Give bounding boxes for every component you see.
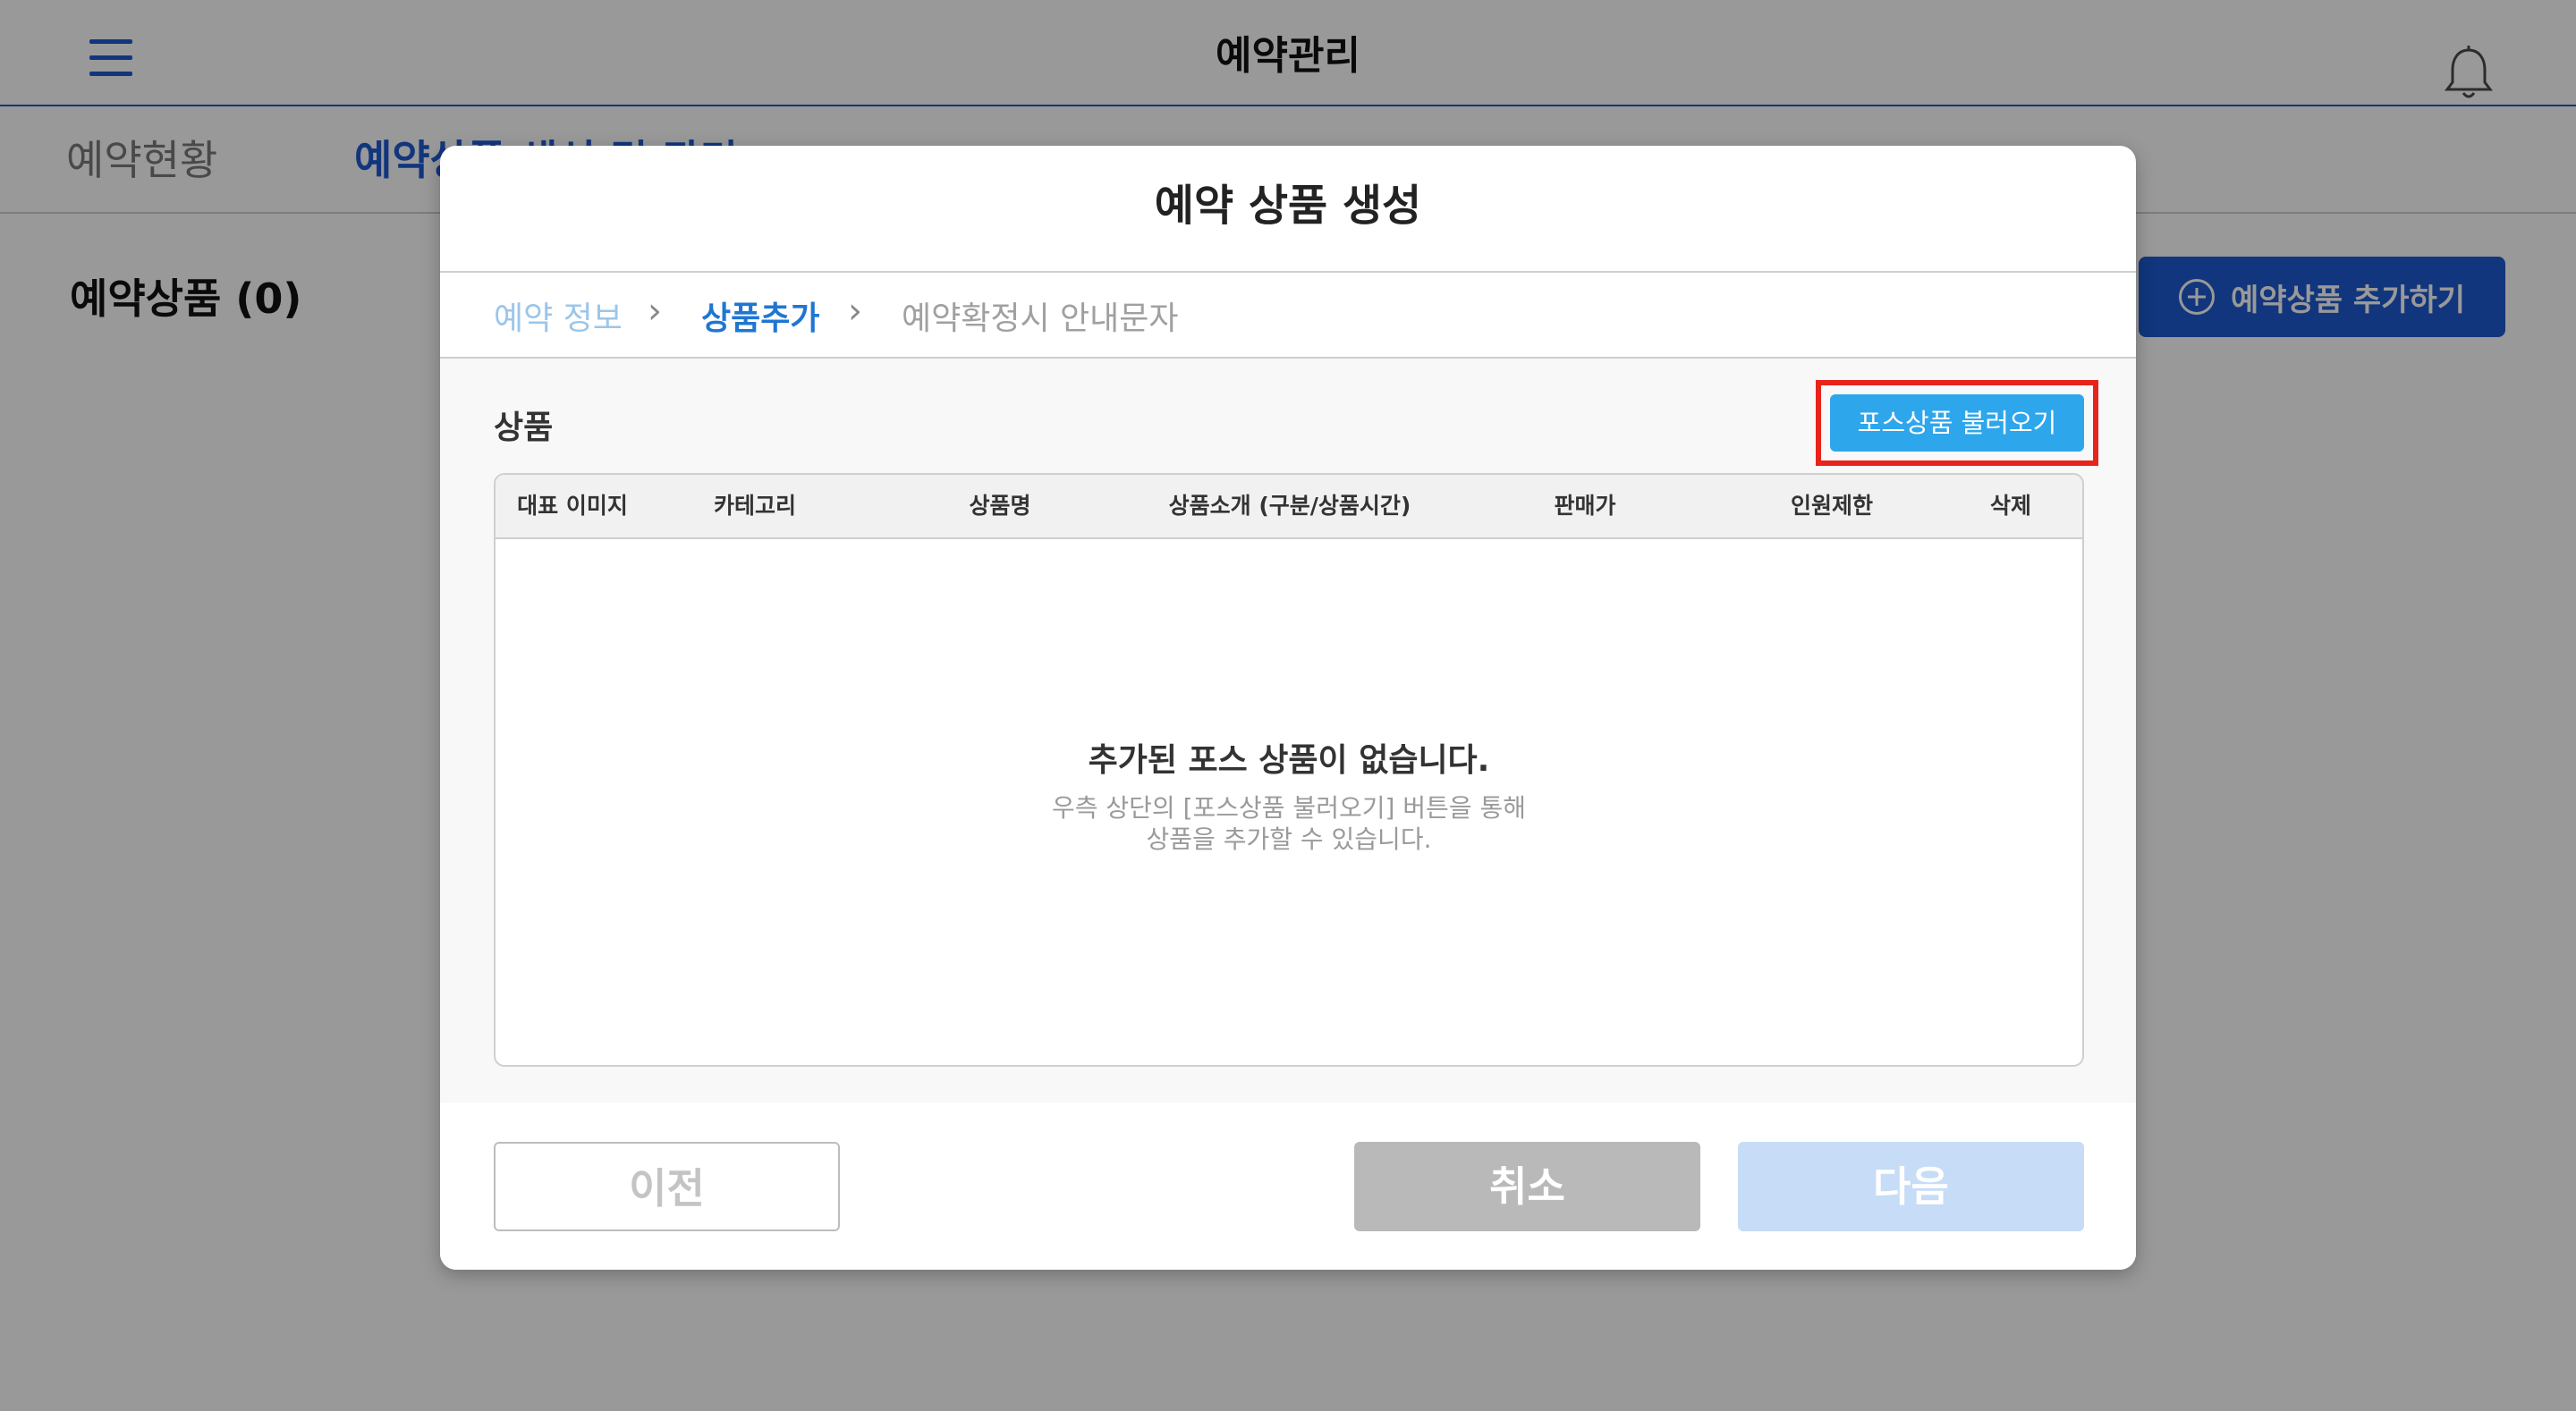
next-button[interactable]: 다음 xyxy=(1738,1142,2084,1231)
cancel-button[interactable]: 취소 xyxy=(1354,1142,1700,1231)
create-product-modal: 예약 상품 생성 예약 정보 › 상품추가 › 예약확정시 안내문자 상품 포스… xyxy=(440,146,2136,1270)
modal-body: 상품 포스상품 불러오기 대표 이미지 카테고리 상품명 상품소개 (구분/상품… xyxy=(440,359,2136,1103)
column-header: 카테고리 xyxy=(713,493,797,519)
column-header: 상품명 xyxy=(969,493,1031,519)
column-header: 상품소개 (구분/상품시간) xyxy=(1168,493,1411,519)
empty-desc-line: 우측 상단의 [포스상품 불러오기] 버튼을 통해 xyxy=(1051,793,1527,823)
step-confirmation-message[interactable]: 예약확정시 안내문자 xyxy=(902,292,1179,339)
step-reservation-info[interactable]: 예약 정보 xyxy=(494,292,623,339)
modal-title: 예약 상품 생성 xyxy=(440,146,2136,273)
step-add-product[interactable]: 상품추가 xyxy=(701,292,819,339)
column-header: 인원제한 xyxy=(1790,493,1874,519)
empty-desc-line: 상품을 추가할 수 있습니다. xyxy=(1146,824,1432,854)
product-table: 대표 이미지 카테고리 상품명 상품소개 (구분/상품시간) 판매가 인원제한 … xyxy=(494,473,2084,1067)
table-header: 대표 이미지 카테고리 상품명 상품소개 (구분/상품시간) 판매가 인원제한 … xyxy=(496,475,2082,539)
chevron-right-icon: › xyxy=(648,291,662,332)
prev-button[interactable]: 이전 xyxy=(494,1142,840,1231)
load-pos-products-button[interactable]: 포스상품 불러오기 xyxy=(1830,394,2084,452)
modal-footer: 이전 취소 다음 xyxy=(440,1103,2136,1270)
section-label: 상품 xyxy=(494,410,554,446)
column-header: 대표 이미지 xyxy=(517,493,628,519)
column-header: 판매가 xyxy=(1554,493,1616,519)
chevron-right-icon: › xyxy=(848,291,862,332)
empty-state-description: 우측 상단의 [포스상품 불러오기] 버튼을 통해 상품을 추가할 수 있습니다… xyxy=(496,792,2082,855)
empty-state-title: 추가된 포스 상품이 없습니다. xyxy=(1088,742,1490,779)
column-header: 삭제 xyxy=(1989,493,2032,519)
step-breadcrumb: 예약 정보 › 상품추가 › 예약확정시 안내문자 xyxy=(440,273,2136,359)
